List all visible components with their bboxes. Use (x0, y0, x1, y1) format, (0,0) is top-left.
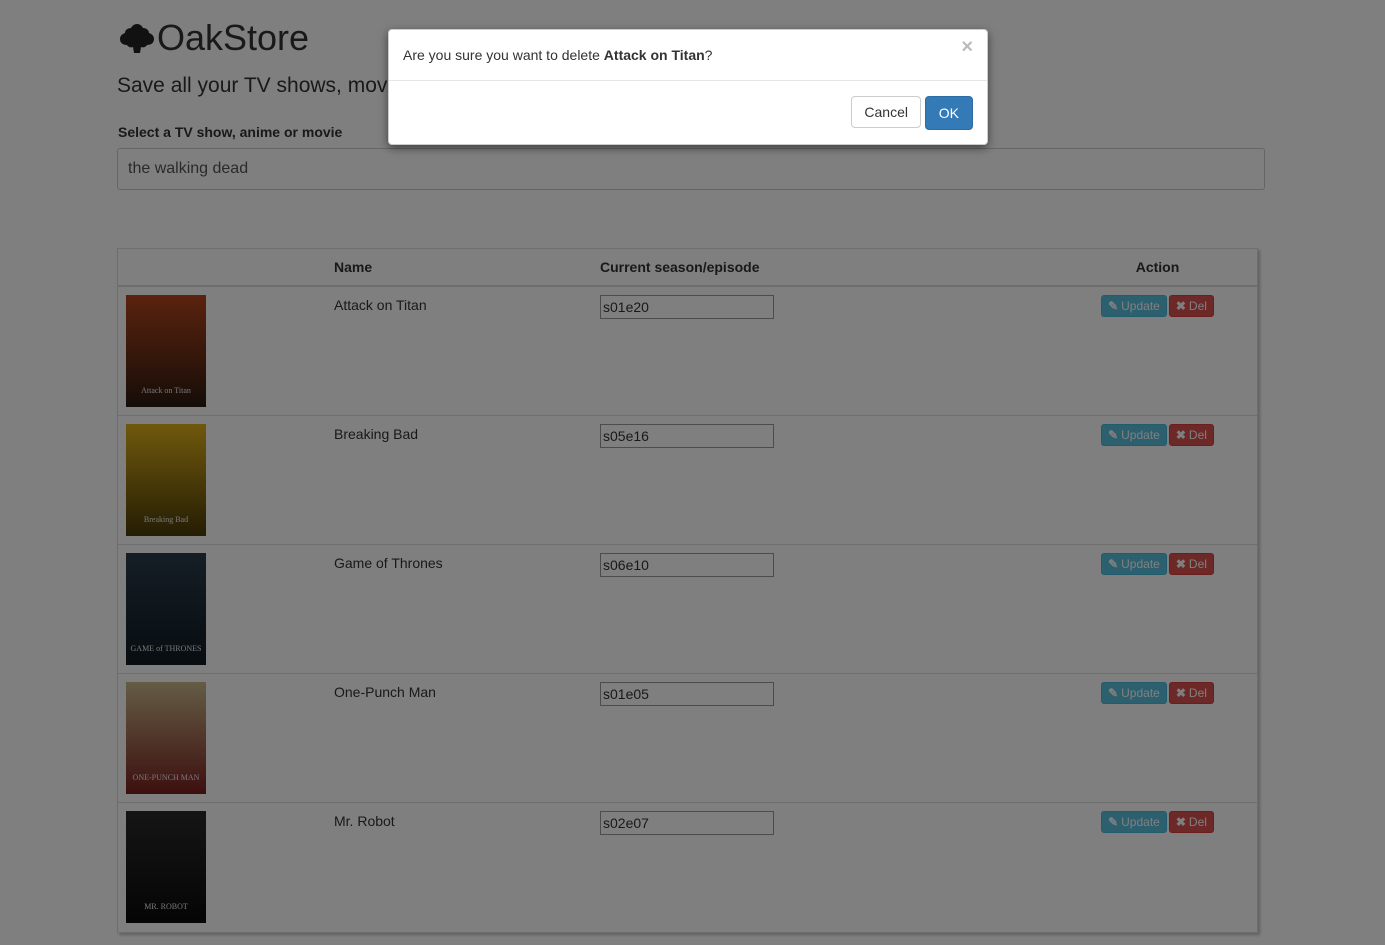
dialog-message: Are you sure you want to delete Attack o… (403, 47, 712, 63)
dialog-body: Are you sure you want to delete Attack o… (389, 30, 987, 81)
cancel-button[interactable]: Cancel (851, 96, 921, 128)
dialog-message-prefix: Are you sure you want to delete (403, 47, 604, 63)
dialog-footer: Cancel OK (389, 81, 987, 144)
ok-button[interactable]: OK (924, 96, 973, 130)
dialog-message-item: Attack on Titan (603, 47, 705, 63)
dialog-message-suffix: ? (704, 47, 713, 63)
confirm-delete-dialog: Are you sure you want to delete Attack o… (388, 29, 988, 145)
close-icon[interactable]: × (961, 36, 973, 59)
